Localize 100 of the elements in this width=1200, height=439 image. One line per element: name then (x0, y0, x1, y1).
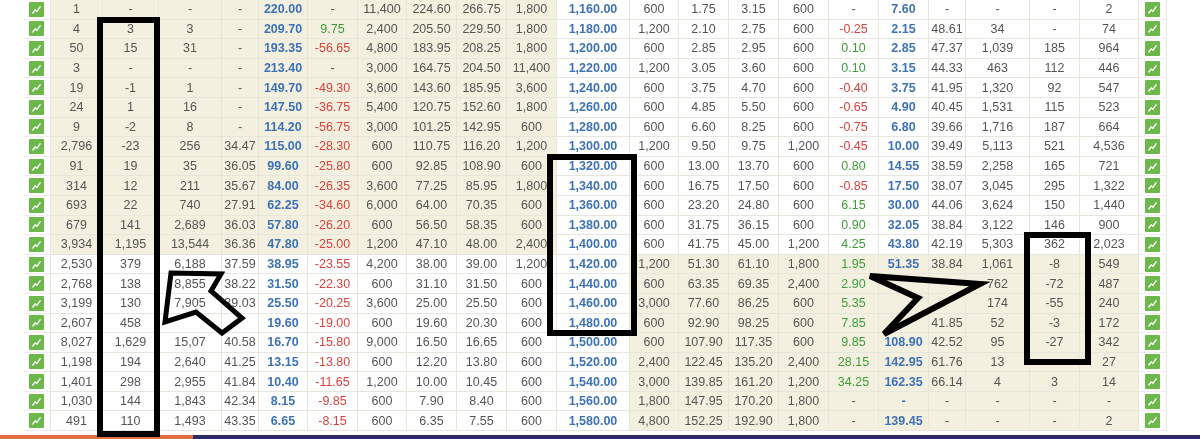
table-cell: 6.65 (259, 411, 308, 432)
table-cell: 11,400 (507, 58, 557, 79)
table-cell: 147.50 (259, 97, 308, 118)
table-cell: 5,113 (966, 137, 1030, 157)
table-cell: 161.20 (729, 372, 779, 392)
chart-icon[interactable] (29, 41, 44, 56)
chart-icon[interactable] (29, 178, 44, 194)
table-cell: 5.35 (829, 293, 879, 314)
table-cell: 44.06 (929, 195, 966, 216)
chart-icon[interactable] (29, 413, 44, 429)
table-cell: 48.61 (929, 19, 966, 40)
table-cell: 1,716 (966, 117, 1030, 138)
chart-icon[interactable] (29, 197, 44, 213)
table-cell: 2.75 (729, 19, 779, 40)
table-cell: 2.15 (879, 19, 929, 40)
table-cell: 1,800 (507, 97, 557, 118)
chart-icon[interactable] (29, 217, 44, 233)
chart-icon[interactable] (1145, 60, 1160, 76)
chart-icon[interactable] (29, 334, 44, 350)
table-cell: 34.25 (829, 372, 879, 392)
chart-icon[interactable] (1145, 217, 1160, 233)
chart-icon[interactable] (29, 138, 44, 154)
table-cell: 600 (779, 78, 829, 98)
chart-icon[interactable] (1145, 354, 1160, 370)
table-cell: 39.66 (929, 117, 966, 138)
chart-icon[interactable] (1145, 413, 1160, 429)
chart-icon[interactable] (29, 256, 44, 272)
table-cell: -0.85 (829, 176, 879, 196)
chart-icon[interactable] (1145, 80, 1160, 96)
chart-icon[interactable] (1145, 99, 1160, 115)
chart-icon[interactable] (1145, 315, 1160, 331)
chart-icon[interactable] (29, 315, 44, 331)
chart-icon[interactable] (1145, 119, 1160, 135)
table-cell: 15,07 (159, 333, 222, 353)
table-cell: 4.85 (679, 97, 729, 118)
table-cell: 58.35 (457, 215, 507, 236)
table-cell: 35.67 (222, 176, 259, 196)
chart-icon[interactable] (29, 60, 44, 76)
chart-icon[interactable] (29, 276, 44, 292)
strike-cell: 1,340.00 (557, 176, 630, 196)
table-cell: 147.95 (679, 391, 729, 412)
table-cell: 1 (51, 0, 103, 20)
strike-cell: 1,260.00 (557, 97, 630, 118)
table-cell: 1,493 (159, 411, 222, 432)
chart-icon[interactable] (1145, 1, 1160, 17)
table-cell: 600 (358, 411, 407, 432)
table-cell: - (222, 39, 259, 59)
table-cell: -9.85 (308, 391, 358, 412)
table-cell: -55 (1030, 293, 1080, 314)
table-cell: 36.03 (222, 215, 259, 236)
chart-icon[interactable] (1145, 256, 1160, 272)
chart-icon[interactable] (1145, 374, 1160, 390)
chart-icon[interactable] (29, 21, 44, 37)
table-cell: 600 (779, 195, 829, 216)
table-cell: 30.00 (879, 195, 929, 216)
chart-icon[interactable] (1145, 393, 1160, 409)
chart-icon[interactable] (29, 295, 44, 311)
chart-icon[interactable] (1145, 138, 1160, 154)
chart-icon[interactable] (1145, 276, 1160, 292)
table-cell: 24.80 (729, 195, 779, 216)
chart-icon[interactable] (29, 354, 44, 370)
chart-icon[interactable] (29, 99, 44, 115)
table-cell: 1,039 (966, 39, 1030, 59)
table-cell: 142.95 (879, 352, 929, 373)
table-cell: 4.90 (879, 97, 929, 118)
table-cell: 101.25 (407, 117, 457, 138)
chart-icon[interactable] (29, 80, 44, 96)
chart-icon[interactable] (29, 236, 44, 252)
table-cell: 6,000 (358, 195, 407, 216)
chart-icon[interactable] (29, 158, 44, 174)
table-cell: 142.95 (457, 117, 507, 138)
chart-icon[interactable] (1145, 41, 1160, 56)
chart-icon[interactable] (29, 374, 44, 390)
table-cell: 600 (779, 215, 829, 236)
table-cell: 31.50 (457, 274, 507, 294)
strike-cell: 1,160.00 (557, 0, 630, 20)
table-cell: 600 (358, 313, 407, 334)
table-cell: - (929, 411, 966, 432)
table-cell: 4.25 (829, 235, 879, 255)
chart-icon[interactable] (1145, 236, 1160, 252)
table-cell: - (929, 391, 966, 412)
table-cell: 3,000 (358, 58, 407, 79)
chart-icon[interactable] (1145, 295, 1160, 311)
chart-icon[interactable] (1145, 197, 1160, 213)
table-cell: 295 (1030, 176, 1080, 196)
chart-icon[interactable] (29, 1, 44, 17)
chart-icon[interactable] (1145, 178, 1160, 194)
table-cell: 2.10 (679, 19, 729, 40)
chart-icon[interactable] (29, 119, 44, 135)
chart-icon[interactable] (1145, 158, 1160, 174)
chart-icon[interactable] (1145, 334, 1160, 350)
table-cell: 1,800 (779, 411, 829, 432)
table-cell: 42.19 (929, 235, 966, 255)
table-cell: 1,200 (630, 19, 679, 40)
table-cell: 77.60 (679, 293, 729, 314)
table-cell: 143.60 (407, 78, 457, 98)
table-cell: 10.40 (259, 372, 308, 392)
table-cell: 211 (159, 176, 222, 196)
chart-icon[interactable] (29, 393, 44, 409)
chart-icon[interactable] (1145, 21, 1160, 37)
